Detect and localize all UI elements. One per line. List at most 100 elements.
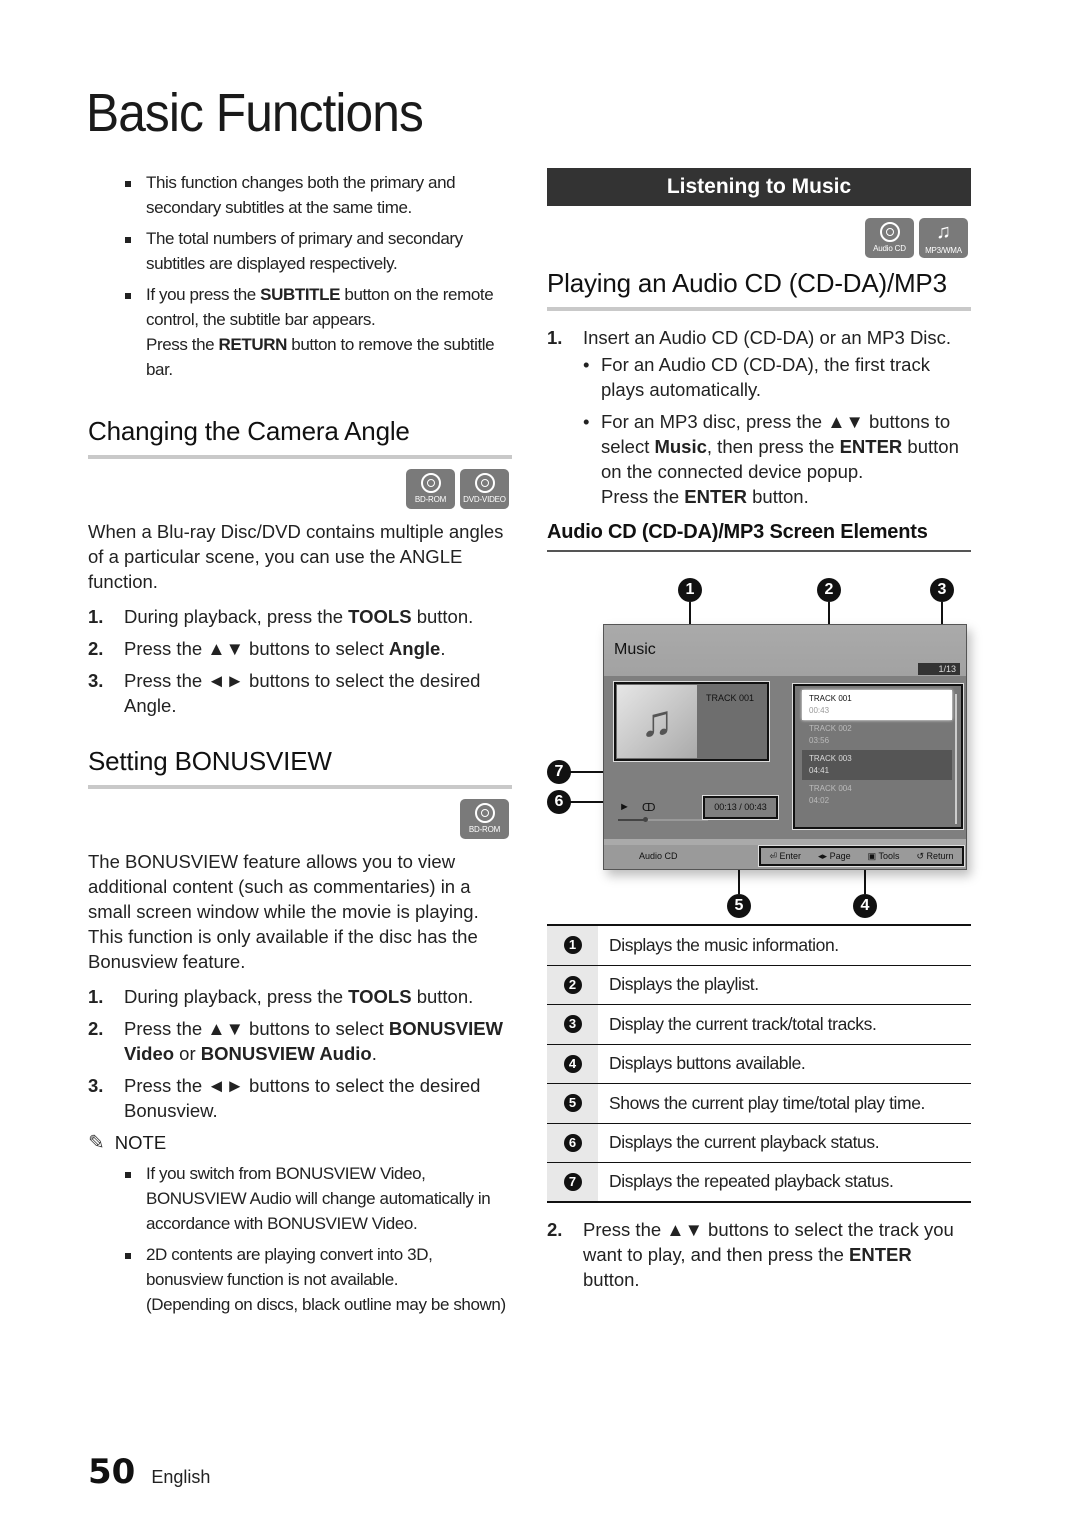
- progress-bar[interactable]: [618, 817, 708, 822]
- progress-fill: [618, 819, 645, 821]
- disc-icon: [879, 222, 900, 242]
- camera-angle-steps: 1. During playback, press the TOOLS butto…: [88, 604, 512, 718]
- page-title: Basic Functions: [86, 83, 424, 143]
- badge-mp3-wma: ♫ MP3/WMA: [919, 218, 968, 258]
- pencil-icon: ✎: [88, 1132, 105, 1154]
- page-arrows-icon: ◂▸: [818, 850, 828, 861]
- screen-title: Music: [614, 641, 656, 658]
- callout-5: 5: [727, 894, 751, 918]
- right-column: Listening to Music Audio CD ♫ MP3/WMA Pla…: [547, 168, 971, 1299]
- play-time: 00:13 / 00:43: [702, 795, 779, 820]
- enter-button[interactable]: ⏎ Enter: [769, 851, 801, 862]
- disc-icon: [420, 473, 441, 493]
- list-item: For an MP3 disc, press the ▲▼ buttons to…: [583, 409, 971, 509]
- progress-knob[interactable]: [643, 817, 648, 822]
- playlist-item[interactable]: TRACK 001 00:43: [802, 690, 952, 720]
- disc-badges: Audio CD ♫ MP3/WMA: [547, 218, 968, 258]
- screen-header: Music: [604, 625, 966, 676]
- playlist-item[interactable]: TRACK 004 04:02: [802, 780, 952, 810]
- callout-1: 1: [678, 578, 702, 602]
- source-label: Audio CD: [639, 851, 678, 861]
- tools-button[interactable]: ▣ Tools: [868, 851, 900, 862]
- track-count: 1/13: [918, 663, 960, 675]
- playlist-scrollbar[interactable]: [955, 694, 957, 824]
- playlist-item[interactable]: TRACK 003 04:41: [802, 750, 952, 780]
- legend-row: 5 Shows the current play time/total play …: [547, 1084, 971, 1124]
- step-bullets: For an Audio CD (CD-DA), the first track…: [583, 352, 971, 509]
- legend-row: 6 Displays the current playback status.: [547, 1123, 971, 1163]
- disc-badges: BD-ROM DVD-VIDEO: [88, 469, 509, 509]
- tools-icon: ▣: [867, 850, 877, 861]
- callout-number: 1: [563, 936, 582, 955]
- repeat-icon[interactable]: ↀ: [642, 801, 656, 814]
- legend-row: 1 Displays the music information.: [547, 926, 971, 966]
- enter-icon: ⏎: [769, 850, 778, 861]
- step-item: 3. Press the ◄► buttons to select the des…: [88, 1075, 481, 1121]
- playlist: TRACK 001 00:43 TRACK 002 03:56 TRACK 003 0…: [792, 683, 964, 830]
- music-note-icon: ♫: [617, 685, 697, 758]
- disc-badges: BD-ROM: [88, 799, 509, 839]
- legend-row: 4 Displays buttons available.: [547, 1044, 971, 1084]
- callout-7: 7: [547, 760, 571, 784]
- return-icon: ↺: [916, 850, 924, 861]
- screen-footer: Audio CD ⏎ Enter ◂▸ Page ▣ Tools ↺ Retur…: [604, 839, 966, 869]
- camera-angle-intro: When a Blu-ray Disc/DVD contains multipl…: [88, 521, 504, 592]
- bonusview-notes: If you switch from BONUSVIEW Video, BONU…: [88, 1161, 512, 1317]
- callout-number: 5: [563, 1094, 582, 1113]
- legend-row: 2 Displays the playlist.: [547, 965, 971, 1005]
- music-screen: Music 1/13 ♫ TRACK 001 ► ↀ 00:13 / 00:43…: [603, 624, 967, 870]
- subtitle-notes: This function changes both the primary a…: [88, 170, 512, 382]
- legend-row: 7 Displays the repeated playback status.: [547, 1163, 971, 1203]
- callout-4: 4: [853, 894, 877, 918]
- section-banner: Listening to Music: [547, 168, 971, 206]
- section-heading-bonusview: Setting BONUSVIEW: [88, 746, 512, 789]
- legend-table: 1 Displays the music information. 2 Displa…: [547, 924, 971, 1203]
- step-item: 2. Press the ▲▼ buttons to select the tra…: [547, 1218, 954, 1290]
- page-number: 50: [88, 1452, 136, 1492]
- page-button[interactable]: ◂▸ Page: [818, 851, 851, 862]
- list-item: 2D contents are playing convert into 3D,…: [88, 1242, 512, 1317]
- badge-bd-rom: BD-ROM: [460, 799, 509, 839]
- callout-3: 3: [930, 578, 954, 602]
- callout-number: 7: [563, 1172, 582, 1191]
- step-item: 2. Press the ▲▼ buttons to select BONUSVI…: [88, 1018, 504, 1064]
- section-heading-playing-audio-cd: Playing an Audio CD (CD-DA)/MP3: [547, 268, 971, 311]
- step-item: 1. During playback, press the TOOLS butto…: [88, 606, 474, 627]
- page-footer: 50 English: [88, 1452, 210, 1492]
- callout-6: 6: [547, 790, 571, 814]
- playback-controls: ► ↀ: [619, 801, 656, 814]
- list-item: The total numbers of primary and seconda…: [88, 226, 512, 276]
- play-icon[interactable]: ►: [619, 801, 630, 814]
- playlist-item[interactable]: TRACK 002 03:56: [802, 720, 952, 750]
- list-item: If you press the SUBTITLE button on the …: [88, 282, 512, 382]
- now-playing-track: TRACK 001: [706, 693, 755, 703]
- callout-2: 2: [817, 578, 841, 602]
- callout-number: 6: [563, 1133, 582, 1152]
- list-item: If you switch from BONUSVIEW Video, BONU…: [88, 1161, 512, 1236]
- disc-icon: [474, 473, 495, 493]
- left-column: This function changes both the primary a…: [88, 170, 512, 1323]
- disc-icon: [474, 803, 495, 823]
- playing-steps-cont: 2. Press the ▲▼ buttons to select the tra…: [547, 1217, 971, 1292]
- badge-audio-cd: Audio CD: [865, 218, 914, 258]
- playing-steps: 1. Insert an Audio CD (CD-DA) or an MP3 D…: [547, 325, 971, 509]
- music-info: ♫ TRACK 001: [613, 681, 770, 762]
- step-item: 2. Press the ▲▼ buttons to select Angle.: [88, 638, 446, 659]
- return-button[interactable]: ↺ Return: [916, 851, 953, 862]
- step-item: 1. Insert an Audio CD (CD-DA) or an MP3 D…: [547, 325, 971, 509]
- badge-bd-rom: BD-ROM: [406, 469, 455, 509]
- note-header: ✎ NOTE: [88, 1131, 167, 1155]
- list-item: This function changes both the primary a…: [88, 170, 512, 220]
- callout-number: 2: [563, 975, 582, 994]
- step-item: 1. During playback, press the TOOLS butto…: [88, 986, 474, 1007]
- screen-diagram: 1 2 3 7 6 5 4 Music 1/13 ♫ TRACK 001 ► ↀ…: [547, 564, 971, 924]
- step-item: 3. Press the ◄► buttons to select the des…: [88, 670, 481, 716]
- callout-number: 3: [563, 1015, 582, 1034]
- music-note-icon: ♫: [936, 221, 951, 243]
- legend-row: 3 Display the current track/total tracks.: [547, 1005, 971, 1045]
- section-heading-camera-angle: Changing the Camera Angle: [88, 416, 512, 459]
- screen-elements-heading: Audio CD (CD-DA)/MP3 Screen Elements: [547, 521, 971, 552]
- list-item: For an Audio CD (CD-DA), the first track…: [583, 352, 971, 402]
- language-label: English: [151, 1467, 211, 1487]
- bonusview-intro: The BONUSVIEW feature allows you to view…: [88, 851, 479, 972]
